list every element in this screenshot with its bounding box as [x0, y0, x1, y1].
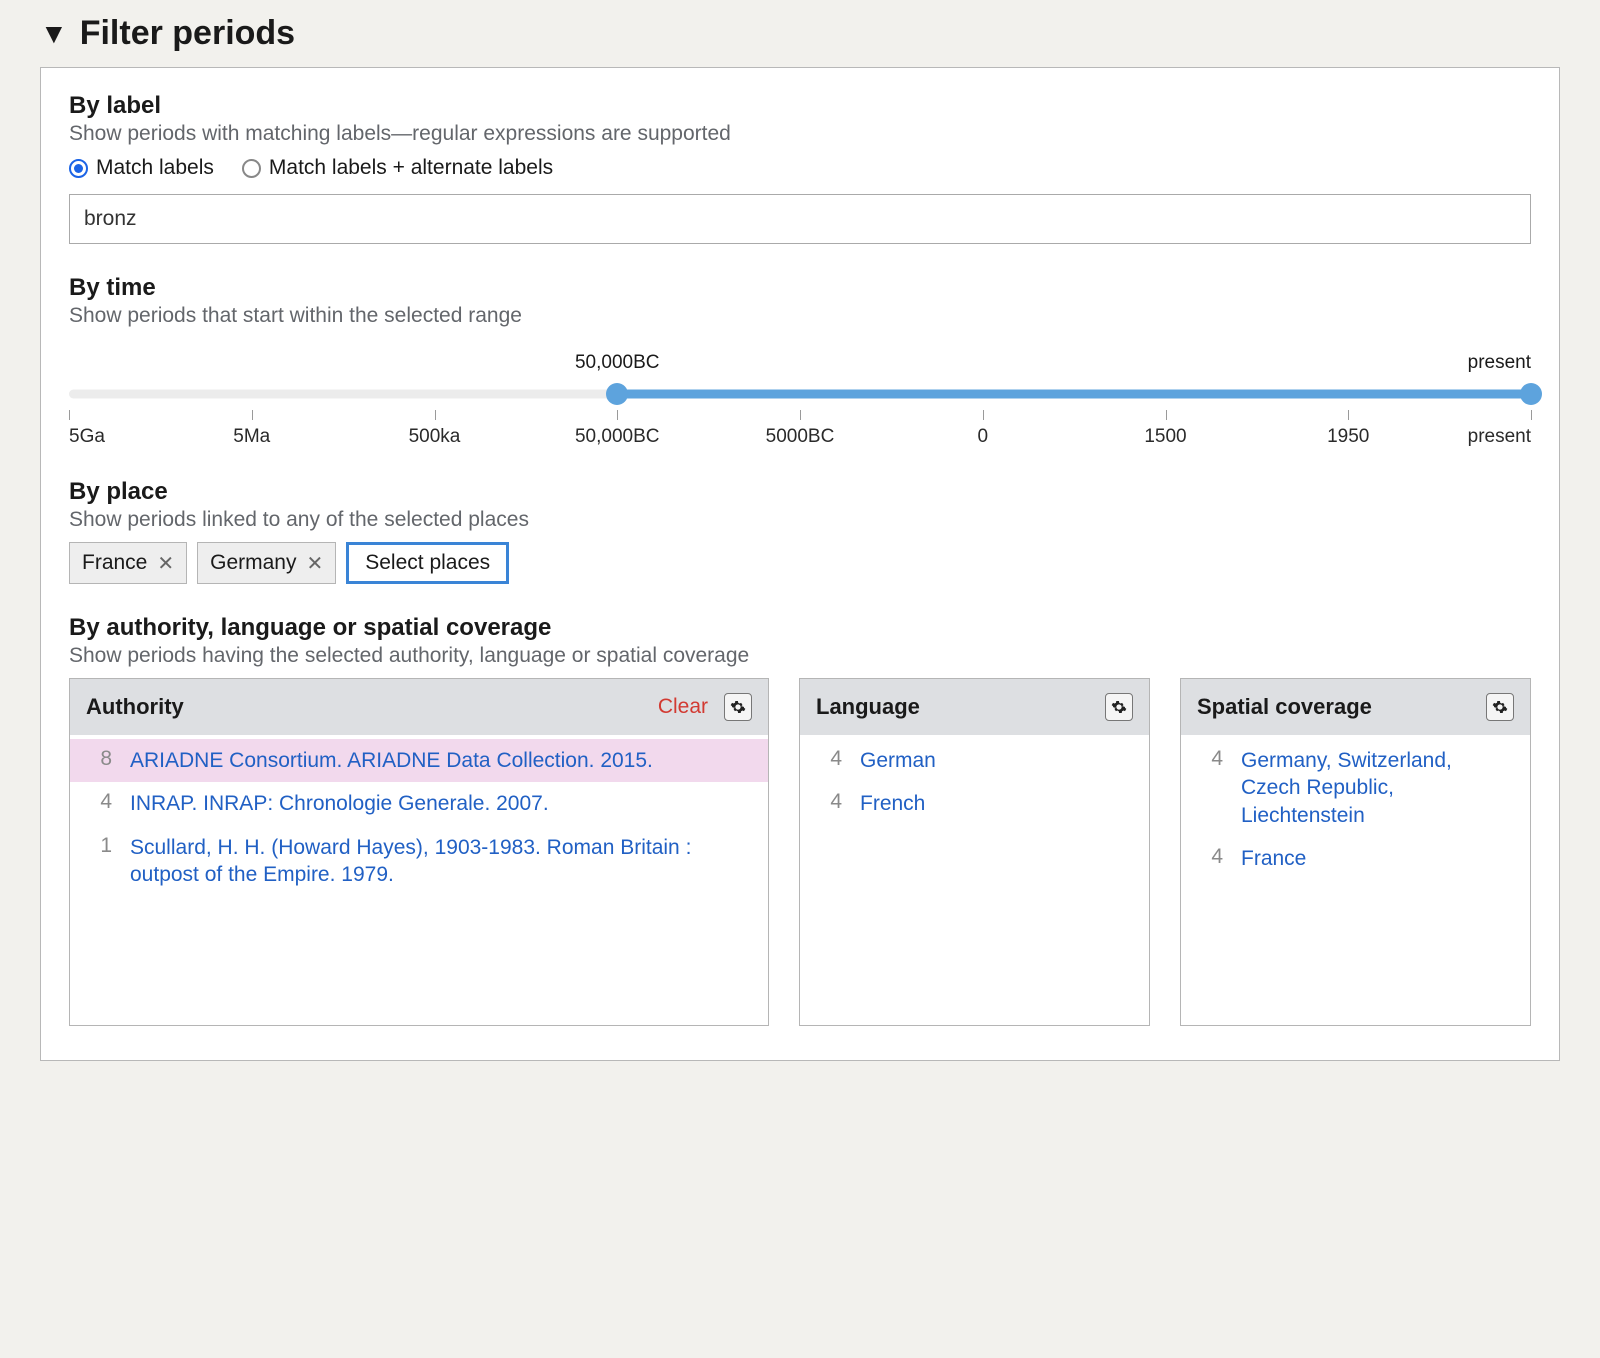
gear-icon[interactable]: [724, 693, 752, 721]
facet-authority-title: Authority: [86, 694, 648, 720]
by-label-title: By label: [69, 92, 1531, 120]
by-label-desc: Show periods with matching labels—regula…: [69, 122, 1531, 146]
select-places-button[interactable]: Select places: [346, 542, 509, 584]
slider-handle-end[interactable]: [1520, 383, 1542, 405]
radio-match-labels-label: Match labels: [96, 156, 214, 180]
facet-authority-header: Authority Clear: [70, 679, 768, 735]
place-chip-label: Germany: [210, 551, 296, 575]
slider-tick-label: 5000BC: [766, 426, 835, 448]
facet-row[interactable]: 4 Germany, Switzerland, Czech Republic, L…: [1181, 739, 1530, 837]
facet-row[interactable]: 4 France: [1181, 837, 1530, 880]
facet-row-label: France: [1241, 845, 1512, 872]
by-time-title: By time: [69, 274, 1531, 302]
slider-tick: [435, 410, 436, 420]
facet-row[interactable]: 4 INRAP. INRAP: Chronologie Generale. 200…: [70, 782, 768, 825]
facet-row-label: French: [860, 790, 1131, 817]
slider-tick: [1531, 410, 1532, 420]
gear-icon[interactable]: [1105, 693, 1133, 721]
slider-tick: [617, 410, 618, 420]
slider-tick: [252, 410, 253, 420]
facet-spatial-header: Spatial coverage: [1181, 679, 1530, 735]
facet-row-count: 4: [88, 790, 112, 814]
facet-row-label: German: [860, 747, 1131, 774]
facet-row-label: Scullard, H. H. (Howard Hayes), 1903-198…: [130, 834, 750, 889]
slider-start-label: 50,000BC: [575, 352, 660, 374]
slider-tick-label: 50,000BC: [575, 426, 660, 448]
facet-spatial-title: Spatial coverage: [1197, 694, 1476, 720]
radio-match-labels[interactable]: Match labels: [69, 156, 214, 180]
facet-row[interactable]: 4 German: [800, 739, 1149, 782]
slider-end-label: present: [1468, 352, 1531, 374]
close-icon[interactable]: ✕: [306, 551, 323, 576]
slider-tick: [1348, 410, 1349, 420]
facet-spatial: Spatial coverage 4 Germany, Switzerland, …: [1180, 678, 1531, 1026]
place-chip[interactable]: Germany ✕: [197, 542, 336, 584]
label-search-input[interactable]: [69, 194, 1531, 244]
radio-icon: [242, 159, 261, 178]
facet-language-title: Language: [816, 694, 1095, 720]
slider-tick-label: 0: [977, 426, 988, 448]
section-by-time: By time Show periods that start within t…: [69, 274, 1531, 448]
radio-match-alt-label: Match labels + alternate labels: [269, 156, 553, 180]
slider-tick-label: 1950: [1327, 426, 1369, 448]
by-facet-title: By authority, language or spatial covera…: [69, 614, 1531, 642]
panel-toggle[interactable]: ▼ Filter periods: [40, 14, 1560, 53]
section-by-facet: By authority, language or spatial covera…: [69, 614, 1531, 1026]
slider-tick-label: 5Ga: [69, 426, 105, 448]
slider-tick: [800, 410, 801, 420]
facet-authority-clear[interactable]: Clear: [658, 695, 708, 719]
facet-row-count: 1: [88, 834, 112, 858]
radio-match-alt[interactable]: Match labels + alternate labels: [242, 156, 553, 180]
by-time-desc: Show periods that start within the selec…: [69, 304, 1531, 328]
gear-icon[interactable]: [1486, 693, 1514, 721]
slider-tick-label: present: [1468, 426, 1531, 448]
by-place-title: By place: [69, 478, 1531, 506]
radio-icon: [69, 159, 88, 178]
by-facet-desc: Show periods having the selected authori…: [69, 644, 1531, 668]
slider-tick: [69, 410, 70, 420]
facet-row[interactable]: 4 French: [800, 782, 1149, 825]
time-range-slider[interactable]: 50,000BC present 5Ga 5Ma 500ka 50,000BC 5000…: [69, 352, 1531, 448]
facet-row-label: INRAP. INRAP: Chronologie Generale. 2007…: [130, 790, 750, 817]
slider-tick-label: 5Ma: [233, 426, 270, 448]
slider-handle-start[interactable]: [606, 383, 628, 405]
slider-tick-label: 500ka: [409, 426, 461, 448]
facet-row[interactable]: 1 Scullard, H. H. (Howard Hayes), 1903-19…: [70, 826, 768, 897]
chevron-down-icon: ▼: [40, 20, 68, 48]
page-title: Filter periods: [80, 14, 295, 53]
section-by-label: By label Show periods with matching labe…: [69, 92, 1531, 244]
slider-tick: [1166, 410, 1167, 420]
facet-authority: Authority Clear 8 ARIADNE Consortium. ARI…: [69, 678, 769, 1026]
facet-row-count: 4: [818, 747, 842, 771]
facet-row-count: 8: [88, 747, 112, 771]
by-place-desc: Show periods linked to any of the select…: [69, 508, 1531, 532]
place-chip[interactable]: France ✕: [69, 542, 187, 584]
facet-language: Language 4 German 4 French: [799, 678, 1150, 1026]
facet-row-count: 4: [818, 790, 842, 814]
place-chip-label: France: [82, 551, 147, 575]
close-icon[interactable]: ✕: [157, 551, 174, 576]
filter-panel: By label Show periods with matching labe…: [40, 67, 1560, 1061]
slider-tick-label: 1500: [1144, 426, 1186, 448]
facet-row[interactable]: 8 ARIADNE Consortium. ARIADNE Data Collec…: [70, 739, 768, 782]
facet-row-count: 4: [1199, 747, 1223, 771]
facet-row-label: ARIADNE Consortium. ARIADNE Data Collect…: [130, 747, 750, 774]
slider-track-active: [617, 390, 1531, 399]
facet-language-header: Language: [800, 679, 1149, 735]
facet-row-count: 4: [1199, 845, 1223, 869]
facet-row-label: Germany, Switzerland, Czech Republic, Li…: [1241, 747, 1512, 829]
section-by-place: By place Show periods linked to any of t…: [69, 478, 1531, 584]
slider-tick: [983, 410, 984, 420]
